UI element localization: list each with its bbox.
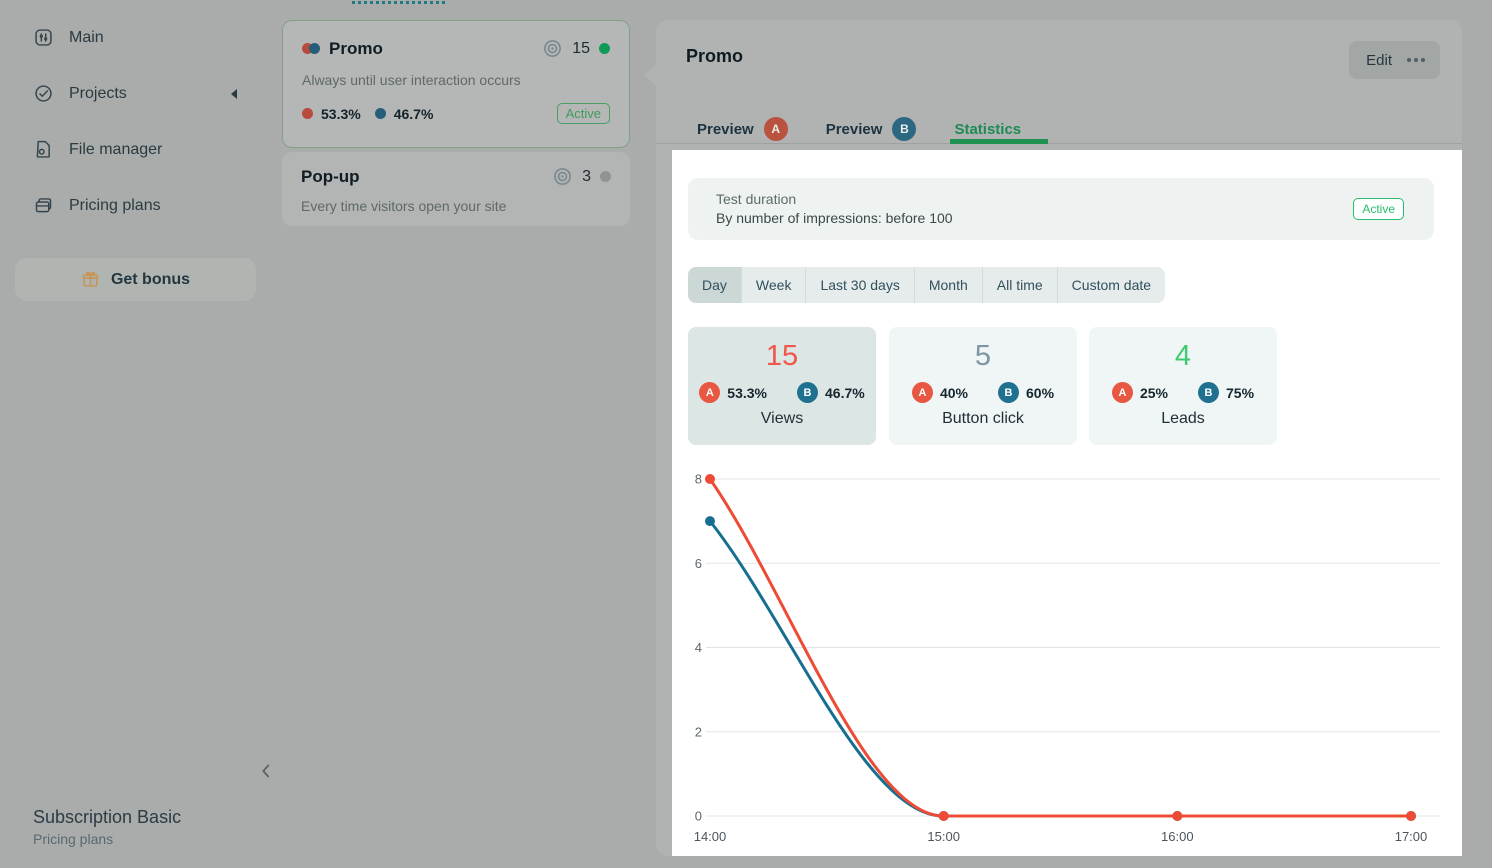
metric-value: 5	[974, 340, 992, 372]
statistics-panel: Test duration By number of impressions: …	[672, 150, 1462, 856]
metric-label: Button click	[942, 410, 1024, 427]
sidebar-item-pricing-plans[interactable]: Pricing plans	[33, 195, 161, 216]
variant-b-badge: B	[892, 117, 917, 141]
svg-text:15:00: 15:00	[927, 829, 960, 844]
sidebar-item-label: File manager	[69, 140, 163, 158]
variant-b-percent: 46.7%	[393, 105, 434, 122]
gift-icon	[81, 270, 100, 289]
tab-label: Preview	[825, 120, 883, 138]
test-duration-description: By number of impressions: before 100	[716, 210, 953, 226]
variant-a-dot	[302, 108, 313, 119]
campaign-card-promo[interactable]: Promo 15 Always until user interaction o…	[282, 20, 630, 148]
chevron-left-icon[interactable]	[255, 760, 277, 782]
filter-month[interactable]: Month	[915, 267, 983, 303]
variant-b-badge: B	[1198, 382, 1219, 403]
metric-value: 15	[765, 340, 799, 372]
dotted-tab-underline	[352, 1, 445, 4]
metric-card-views[interactable]: 15 A 53.3% B 46.7% Views	[688, 327, 876, 445]
variant-a-badge: A	[1111, 382, 1133, 403]
svg-text:4: 4	[695, 640, 702, 655]
test-duration-title: Test duration	[716, 191, 797, 207]
sidebar-item-label: Pricing plans	[69, 196, 161, 214]
variant-a-badge: A	[763, 117, 788, 141]
views-count: 15	[572, 39, 590, 57]
tab-label: Preview	[697, 120, 754, 138]
variant-b-percent: 60%	[1026, 384, 1055, 401]
variant-a-badge: A	[699, 382, 721, 403]
active-badge: Active	[1353, 198, 1404, 220]
get-bonus-label: Get bonus	[110, 270, 191, 288]
active-tab-underline	[950, 139, 1048, 144]
filter-last-30-days[interactable]: Last 30 days	[806, 267, 915, 303]
status-dot-active	[599, 43, 610, 54]
campaign-title: Pop-up	[301, 166, 360, 186]
date-range-filter: Day Week Last 30 days Month All time Cus…	[688, 267, 1166, 303]
variant-b-badge: B	[797, 382, 818, 403]
metric-card-button-click[interactable]: 5 A 40% B 60% Button click	[889, 327, 1077, 445]
subscription-subtitle: Pricing plans	[33, 831, 114, 847]
tab-statistics[interactable]: Statistics	[954, 121, 1021, 138]
variant-a-badge: A	[911, 382, 933, 403]
tabs-divider	[656, 143, 1462, 144]
filter-custom-date[interactable]: Custom date	[1058, 267, 1165, 303]
variant-b-percent: 75%	[1226, 384, 1255, 401]
variant-a-percent: 53.3%	[727, 384, 767, 401]
campaign-title: Promo	[329, 38, 383, 58]
variant-b-dot	[374, 108, 386, 119]
svg-text:17:00: 17:00	[1395, 829, 1428, 844]
campaign-card-popup[interactable]: Pop-up 3 Every time visitors open your s…	[282, 152, 630, 226]
sidebar-item-main[interactable]: Main	[33, 27, 104, 48]
edit-button[interactable]: Edit	[1349, 52, 1405, 69]
campaign-description: Always until user interaction occurs	[302, 72, 521, 88]
metric-label: Views	[760, 410, 804, 427]
projects-icon	[33, 83, 54, 104]
svg-text:16:00: 16:00	[1161, 829, 1194, 844]
metric-value: 4	[1174, 340, 1192, 372]
status-badge: Active	[556, 103, 610, 124]
sidebar-item-label: Main	[69, 28, 104, 46]
metric-label: Leads	[1161, 410, 1205, 427]
variant-a-percent: 53.3%	[321, 105, 361, 122]
variant-b-percent: 46.7%	[825, 384, 865, 401]
campaign-description: Every time visitors open your site	[301, 198, 507, 214]
tab-preview-b[interactable]: Preview B	[826, 117, 917, 141]
svg-text:14:00: 14:00	[694, 829, 727, 844]
triangle-left-icon[interactable]	[231, 89, 237, 99]
sidebar-item-projects[interactable]: Projects	[33, 83, 127, 104]
ab-variants-icon	[302, 43, 320, 54]
get-bonus-button[interactable]: Get bonus	[15, 258, 256, 301]
views-count: 3	[582, 167, 591, 185]
svg-text:8: 8	[695, 472, 702, 487]
file-manager-icon	[33, 139, 54, 160]
variant-a-percent: 25%	[1139, 384, 1168, 401]
subscription-title: Subscription Basic	[33, 807, 182, 827]
ab-test-line-chart: 0 2 4 6 8 14:00 15:00 16:00 17:00	[694, 472, 1440, 844]
views-eye-icon	[542, 38, 563, 59]
svg-text:2: 2	[695, 724, 702, 739]
sidebar-item-label: Projects	[69, 84, 127, 102]
views-eye-icon	[552, 166, 573, 187]
metric-card-leads[interactable]: 4 A 25% B 75% Leads	[1089, 327, 1277, 445]
svg-text:0: 0	[695, 809, 702, 824]
tab-label: Statistics	[954, 120, 1022, 138]
panel-pointer-notch	[644, 63, 668, 87]
svg-text:6: 6	[695, 556, 702, 571]
edit-button-group: Edit	[1349, 41, 1440, 79]
test-duration-box: Test duration By number of impressions: …	[688, 178, 1434, 240]
filter-day[interactable]: Day	[688, 267, 742, 303]
variant-a-percent: 40%	[939, 384, 968, 401]
filter-all-time[interactable]: All time	[983, 267, 1058, 303]
main-dashboard-icon	[33, 27, 54, 48]
more-options-icon[interactable]	[1405, 58, 1440, 62]
status-dot-inactive	[600, 171, 611, 182]
sidebar-item-file-manager[interactable]: File manager	[33, 139, 162, 160]
tab-preview-a[interactable]: Preview A	[697, 117, 788, 141]
pricing-plans-icon	[33, 195, 54, 216]
detail-panel-title: Promo	[686, 46, 744, 66]
filter-week[interactable]: Week	[742, 267, 807, 303]
variant-b-badge: B	[998, 382, 1019, 403]
